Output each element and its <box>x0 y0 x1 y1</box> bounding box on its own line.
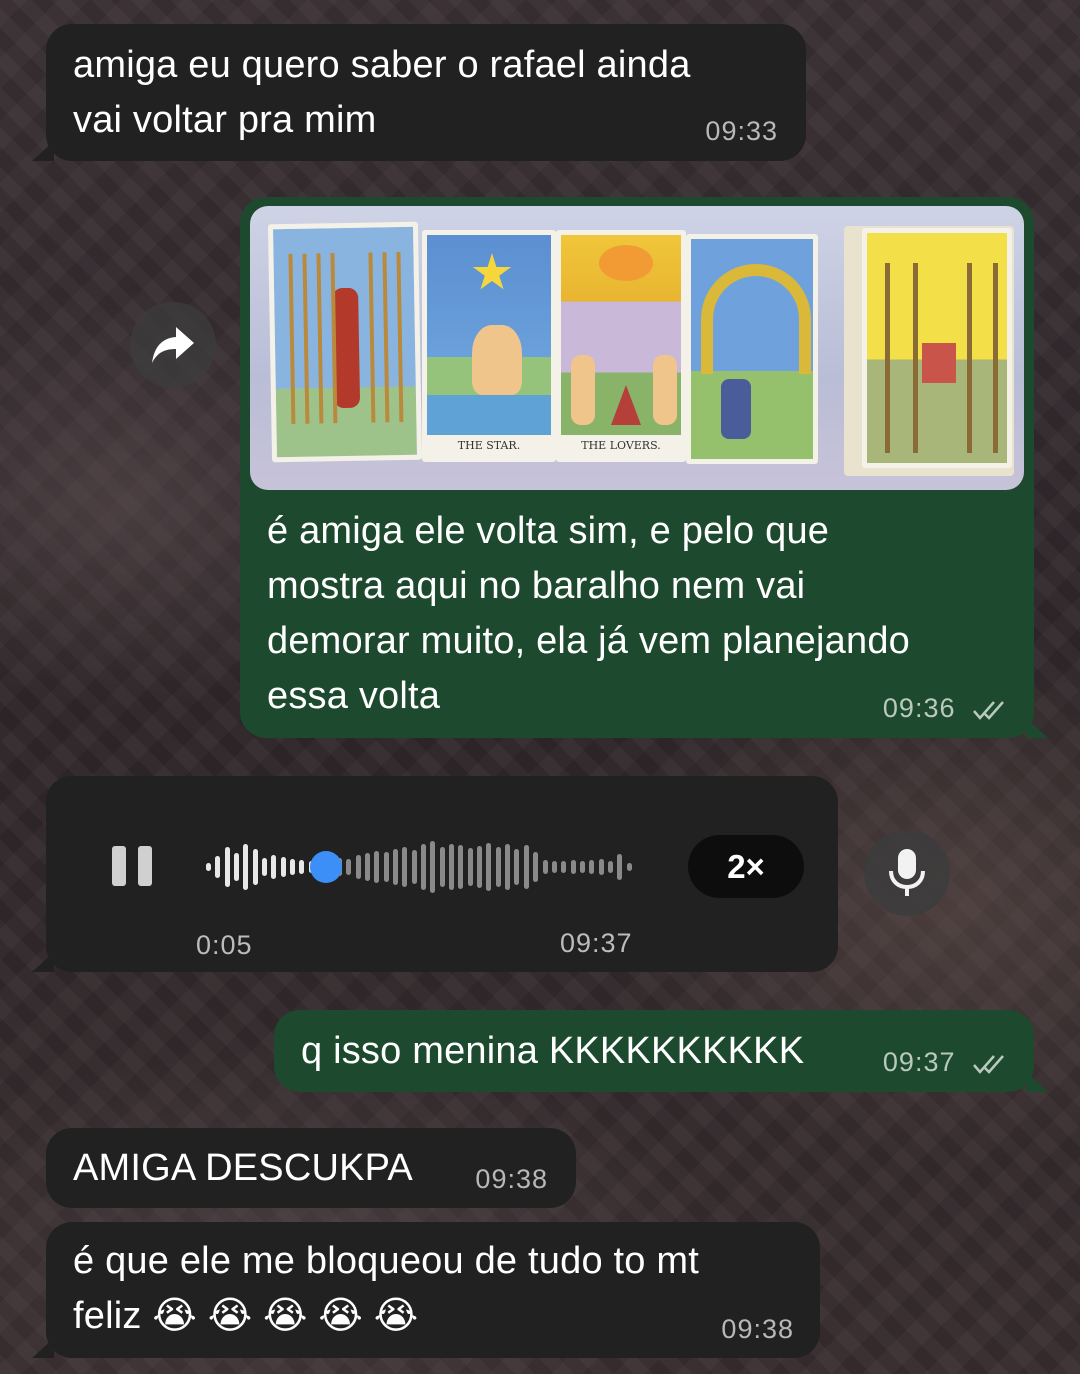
message-text: AMIGA DESCUKPA <box>73 1147 413 1189</box>
message-time: 09:36 <box>883 693 1008 724</box>
message-text-line: feliz 😭 😭 😭 😭 😭 <box>73 1295 419 1337</box>
card-caption: THE STAR. <box>427 435 551 457</box>
waveform-bar <box>402 847 408 887</box>
tarot-card <box>267 221 423 463</box>
waveform-bar <box>551 861 557 873</box>
tarot-cards-photo[interactable]: THE STAR. THE LOVERS. <box>250 206 1024 490</box>
message-outgoing-photo[interactable]: THE STAR. THE LOVERS. é amiga ele volta … <box>240 197 1048 738</box>
forward-icon <box>152 327 194 363</box>
microphone-icon <box>889 849 925 896</box>
waveform-bar <box>439 847 445 887</box>
waveform-bar <box>271 855 277 879</box>
voice-waveform[interactable] <box>206 832 636 902</box>
tarot-card-the-lovers: THE LOVERS. <box>556 230 686 462</box>
waveform-bar <box>607 861 613 873</box>
waveform-bar <box>467 848 473 886</box>
waveform-bar <box>589 860 595 874</box>
waveform-bar <box>617 854 623 880</box>
message-incoming-3[interactable]: é que ele me bloqueou de tudo to mt feli… <box>32 1222 820 1358</box>
waveform-bar <box>505 844 511 890</box>
message-time: 09:37 <box>883 1047 1008 1078</box>
waveform-bar <box>533 852 539 882</box>
waveform-bar <box>477 846 483 888</box>
forward-button[interactable] <box>130 302 216 388</box>
message-text-line: vai voltar pra mim <box>73 99 377 141</box>
playback-speed-button[interactable]: 2× <box>688 835 804 898</box>
pause-icon[interactable] <box>110 844 156 888</box>
tarot-card-the-star: THE STAR. <box>422 230 556 462</box>
waveform-bar <box>626 863 632 871</box>
double-check-icon <box>973 701 1004 720</box>
waveform-bar <box>411 850 417 884</box>
waveform-bar <box>514 849 520 885</box>
waveform-bar <box>280 857 286 877</box>
waveform-bar <box>579 861 585 873</box>
waveform-bar <box>224 847 230 887</box>
voice-elapsed: 0:05 <box>196 930 253 960</box>
card-caption: THE LOVERS. <box>561 435 681 457</box>
waveform-bar <box>215 856 221 878</box>
message-text-line: é amiga ele volta sim, e pelo que <box>267 510 830 552</box>
waveform-bar <box>561 861 567 873</box>
waveform-bar <box>430 841 436 893</box>
waveform-bar <box>542 860 548 874</box>
message-text-line: demorar muito, ela já vem planejando <box>267 620 910 662</box>
waveform-bar <box>598 859 604 875</box>
waveform-bar <box>383 852 389 882</box>
waveform-bar <box>486 843 492 891</box>
waveform-bar <box>252 849 258 885</box>
waveform-bar <box>290 859 296 875</box>
waveform-bar <box>570 860 576 874</box>
waveform-bar <box>374 851 380 883</box>
message-text-line: é que ele me bloqueou de tudo to mt <box>73 1240 700 1282</box>
waveform-bar <box>495 847 501 887</box>
tarot-card <box>862 228 1012 468</box>
message-text-line: essa volta <box>267 675 441 717</box>
waveform-bar <box>458 845 464 889</box>
message-text-line: mostra aqui no baralho nem vai <box>267 565 806 607</box>
tarot-card <box>686 234 818 464</box>
double-check-icon <box>973 1055 1004 1074</box>
message-text-line: amiga eu quero saber o rafael ainda <box>73 44 691 86</box>
message-time: 09:38 <box>475 1164 548 1194</box>
waveform-bar <box>299 860 305 874</box>
waveform-bar <box>364 853 370 881</box>
record-voice-button[interactable] <box>864 830 950 916</box>
waveform-bar <box>392 849 398 885</box>
message-outgoing-2[interactable]: q isso menina KKKKKKKKKK 09:37 <box>274 1010 1048 1092</box>
waveform-bar <box>206 863 211 871</box>
waveform-bar <box>421 844 426 890</box>
message-time: 09:38 <box>721 1314 794 1344</box>
message-time: 09:37 <box>560 928 633 958</box>
message-text: q isso menina KKKKKKKKKK <box>301 1030 805 1072</box>
waveform-bar <box>262 858 268 876</box>
waveform-bar <box>449 844 455 890</box>
message-incoming-2[interactable]: AMIGA DESCUKPA 09:38 <box>46 1128 576 1208</box>
waveform-bar <box>355 855 361 879</box>
waveform-bar <box>523 845 529 889</box>
waveform-bar <box>346 859 352 875</box>
playback-position-handle[interactable] <box>310 851 343 883</box>
message-time: 09:33 <box>705 116 778 146</box>
message-incoming-1[interactable]: amiga eu quero saber o rafael ainda vai … <box>32 24 806 161</box>
waveform-bar <box>234 853 240 881</box>
waveform-bar <box>243 844 249 890</box>
